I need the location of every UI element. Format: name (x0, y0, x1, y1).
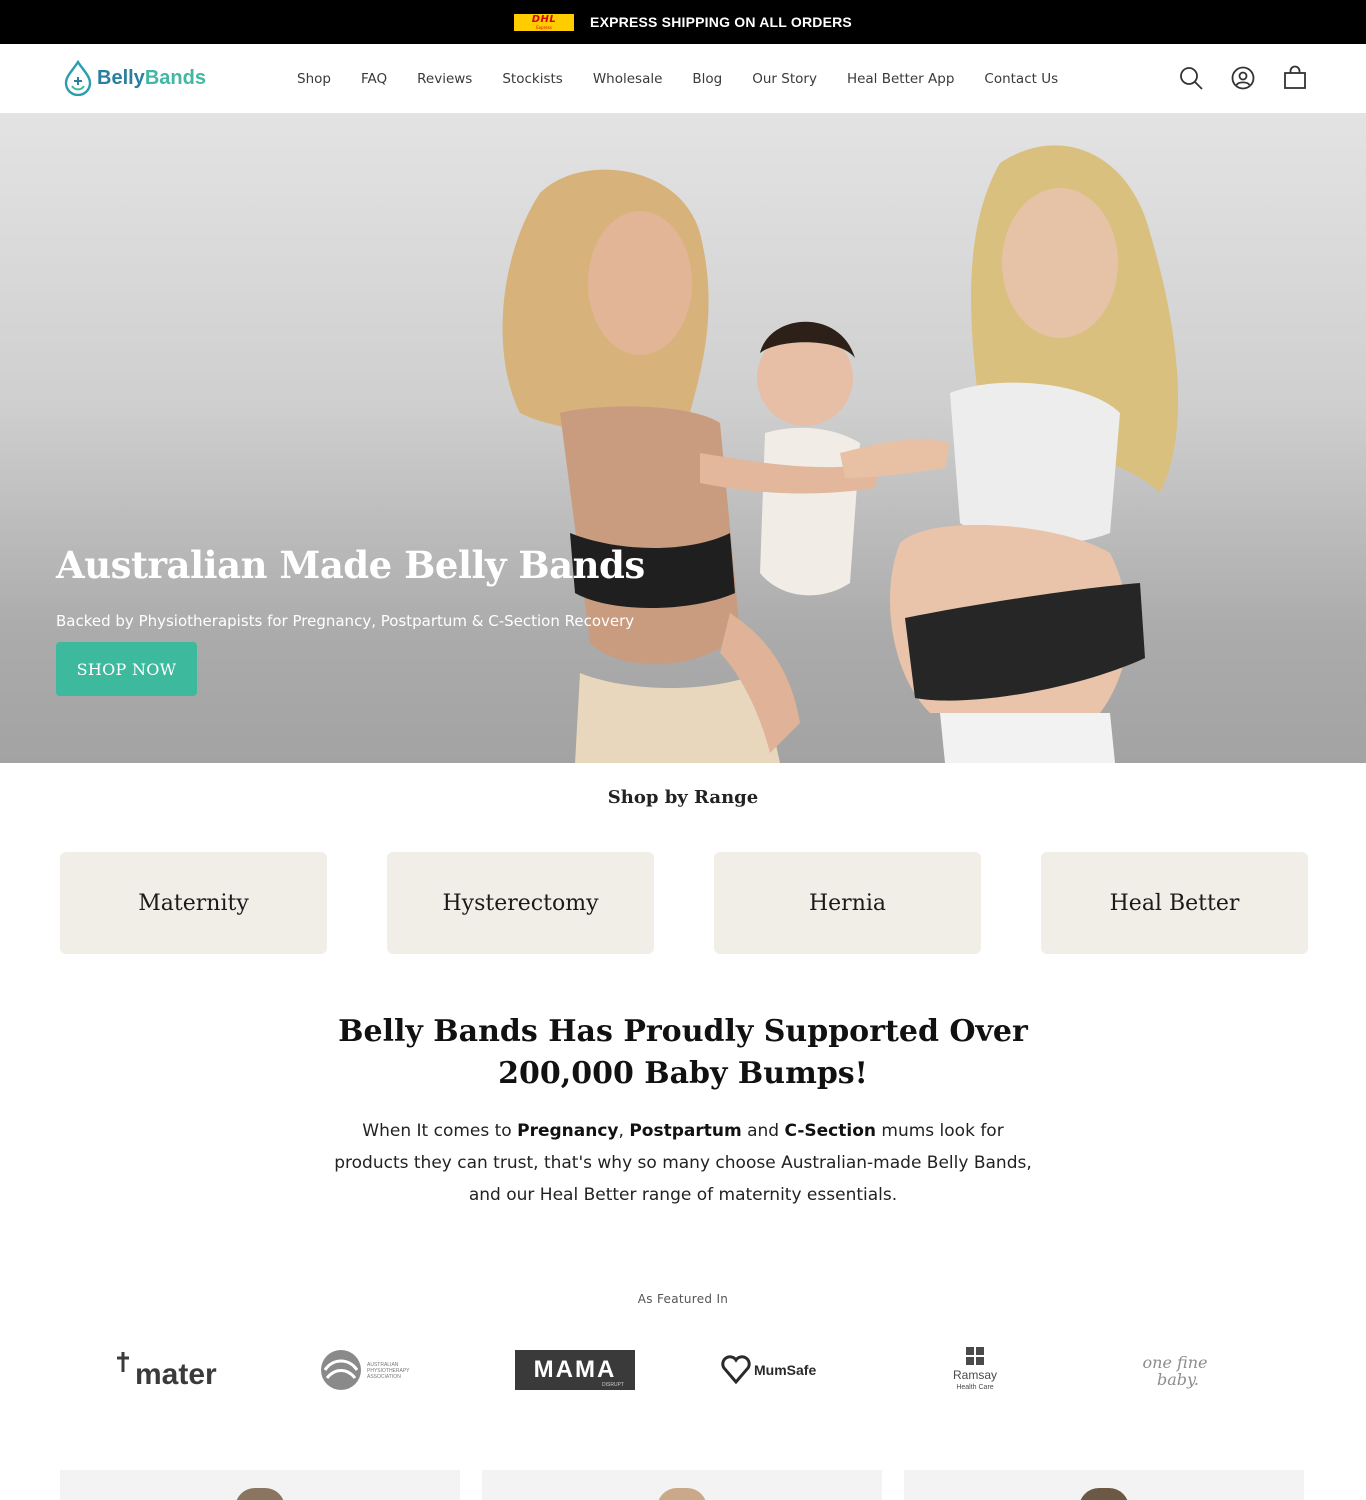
apa-logo-text: AUSTRALIAN PHYSIOTHERAPY ASSOCIATION (367, 1362, 410, 1380)
dhl-logo-subtext: Express (536, 24, 552, 30)
supported-paragraph: When It comes to Pregnancy, Postpartum a… (333, 1115, 1033, 1211)
mumsafe-logo-text: MumSafe (754, 1362, 816, 1378)
hero-banner: Australian Made Belly Bands Backed by Ph… (0, 113, 1366, 763)
bottom-card-image (235, 1488, 285, 1500)
main-nav: Shop FAQ Reviews Stockists Wholesale Blo… (297, 44, 1088, 113)
drop-logo-icon (64, 60, 92, 96)
shop-now-button[interactable]: SHOP NOW (56, 642, 197, 696)
range-card-maternity[interactable]: Maternity (60, 852, 327, 954)
apa-logo: AUSTRALIAN PHYSIOTHERAPY ASSOCIATION (275, 1340, 475, 1400)
site-logo[interactable]: BellyBands (63, 60, 206, 96)
header-actions (1178, 65, 1308, 91)
bottom-card-image (657, 1488, 707, 1500)
search-icon[interactable] (1178, 65, 1204, 91)
supported-heading-line1: Belly Bands Has Proudly Supported Over (338, 1014, 1028, 1049)
nav-heal-better-app[interactable]: Heal Better App (847, 71, 954, 87)
nav-blog[interactable]: Blog (692, 71, 722, 87)
onefinebaby-logo-sub: baby. (1157, 1370, 1199, 1389)
hero-subtitle: Backed by Physiotherapists for Pregnancy… (56, 612, 635, 630)
range-card-heal-better[interactable]: Heal Better (1041, 852, 1308, 954)
featured-logo-row: mater AUSTRALIAN PHYSIOTHERAPY ASSOCIATI… (75, 1340, 1291, 1400)
nav-reviews[interactable]: Reviews (417, 71, 472, 87)
range-card-list: Maternity Hysterectomy Hernia Heal Bette… (60, 852, 1308, 954)
mama-logo-text: MAMA (534, 1356, 617, 1383)
mama-logo-sub: DISRUPT (602, 1382, 624, 1388)
bottom-card-image (1079, 1488, 1129, 1500)
mumsafe-logo: MumSafe (675, 1340, 875, 1400)
bottom-card[interactable] (904, 1470, 1304, 1500)
dhl-logo: DHL Express (514, 13, 575, 31)
nav-faq[interactable]: FAQ (361, 71, 387, 87)
featured-title: As Featured In (637, 1292, 729, 1306)
mater-logo-text: mater (135, 1358, 217, 1391)
mama-logo: MAMA DISRUPT (475, 1340, 675, 1400)
supported-text-d: and (741, 1121, 785, 1141)
mater-logo: mater (75, 1340, 275, 1400)
hero-title: Australian Made Belly Bands (56, 543, 645, 587)
bottom-card-row (60, 1470, 1304, 1500)
cart-icon[interactable] (1282, 65, 1308, 91)
nav-contact-us[interactable]: Contact Us (984, 71, 1058, 87)
site-header: BellyBands Shop FAQ Reviews Stockists Wh… (0, 44, 1366, 113)
ramsay-logo-text: Ramsay (953, 1368, 997, 1382)
logo-text-belly: Belly (97, 66, 145, 89)
logo-text-bands: Bands (144, 66, 206, 89)
range-card-hysterectomy[interactable]: Hysterectomy (387, 852, 654, 954)
dhl-logo-text: DHL (531, 13, 557, 25)
range-card-hernia[interactable]: Hernia (714, 852, 981, 954)
announcement-bar: DHL Express EXPRESS SHIPPING ON ALL ORDE… (0, 0, 1366, 44)
supported-bold-pregnancy: Pregnancy (517, 1121, 619, 1141)
range-section-title: Shop by Range (607, 787, 759, 808)
supported-text-a: When It comes to (362, 1121, 518, 1141)
nav-our-story[interactable]: Our Story (752, 71, 817, 87)
bottom-card[interactable] (60, 1470, 460, 1500)
supported-heading-line2: 200,000 Baby Bumps! (498, 1056, 868, 1091)
nav-shop[interactable]: Shop (297, 71, 331, 87)
nav-wholesale[interactable]: Wholesale (593, 71, 663, 87)
ramsay-logo: Ramsay Health Care (875, 1340, 1075, 1400)
bottom-card[interactable] (482, 1470, 882, 1500)
onefinebaby-logo: one fine baby. (1075, 1340, 1275, 1400)
ramsay-logo-sub: Health Care (956, 1384, 993, 1391)
supported-text-c: , (618, 1121, 630, 1141)
supported-bold-csection: C-Section (784, 1121, 876, 1141)
nav-stockists[interactable]: Stockists (502, 71, 562, 87)
supported-bold-postpartum: Postpartum (629, 1121, 742, 1141)
announcement-text: EXPRESS SHIPPING ON ALL ORDERS (590, 14, 852, 30)
hero-image (502, 145, 1179, 763)
account-icon[interactable] (1230, 65, 1256, 91)
